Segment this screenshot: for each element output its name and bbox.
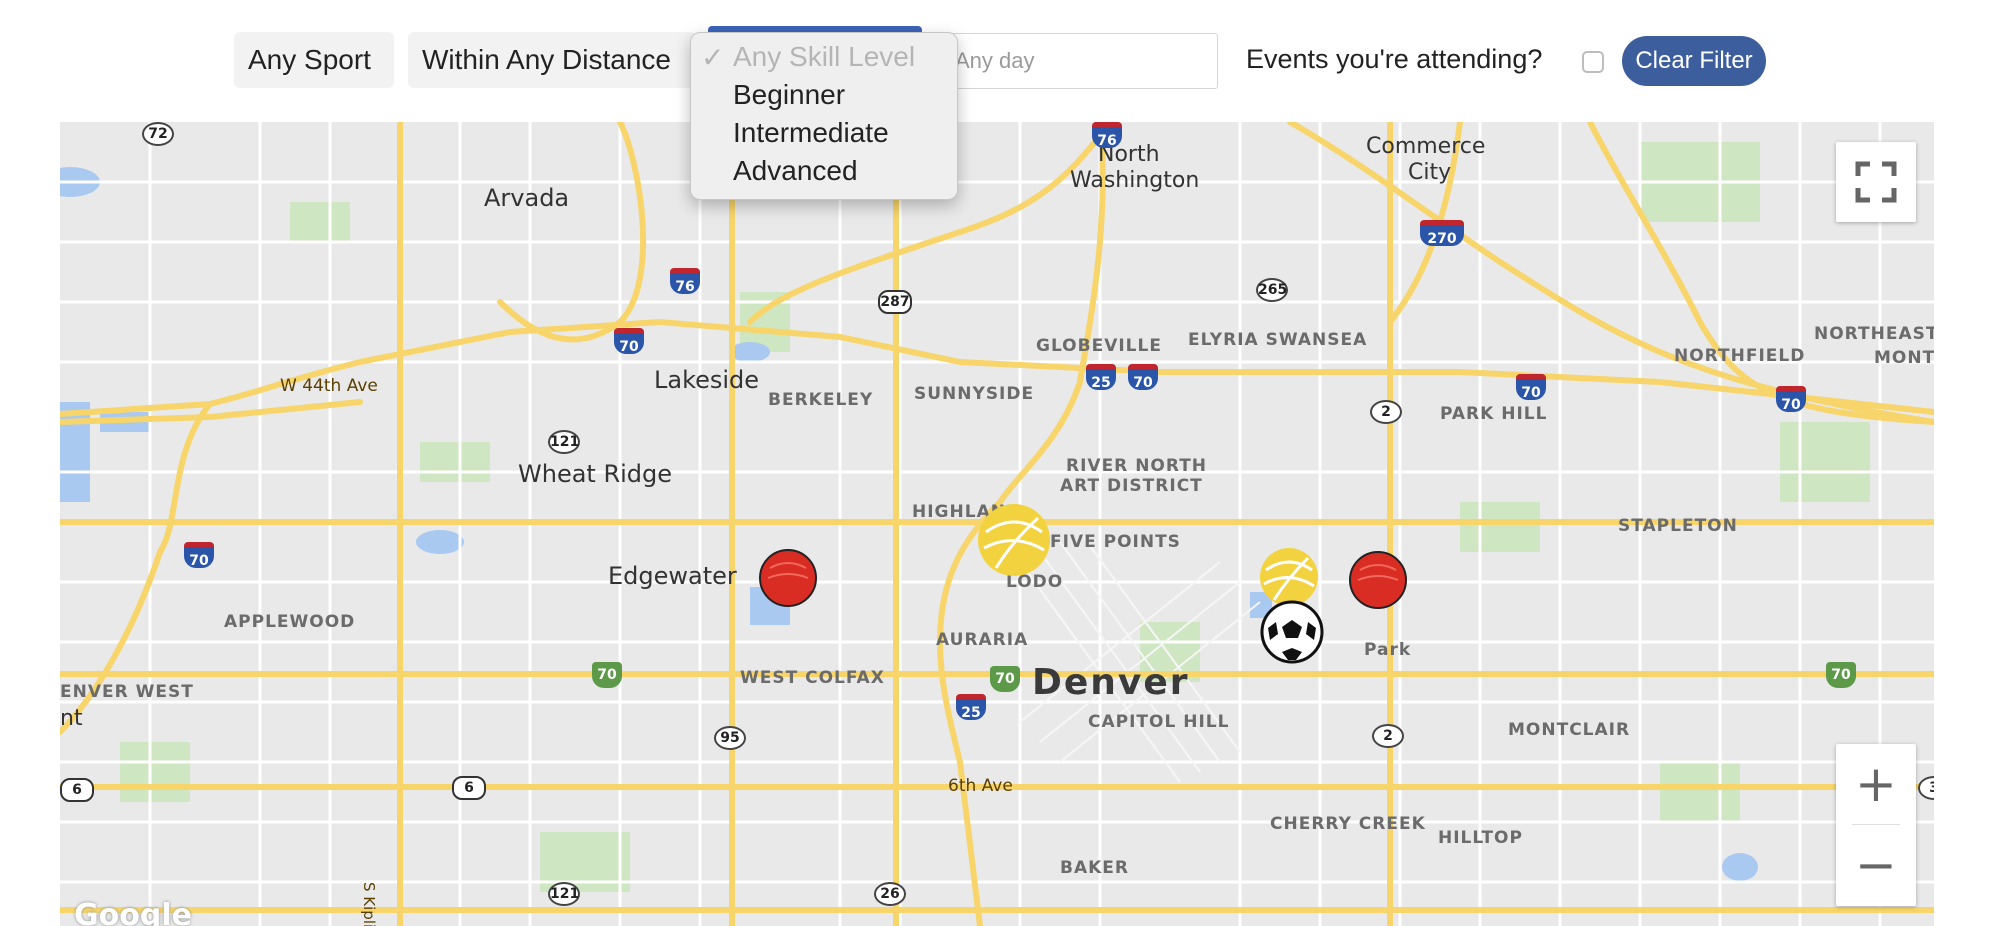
attending-checkbox[interactable] [1582, 51, 1604, 73]
zoom-in-button[interactable]: + [1836, 744, 1916, 824]
checkmark-icon: ✓ [701, 42, 725, 73]
volleyball-marker[interactable] [976, 502, 1052, 578]
map-label-baker: BAKER [1060, 858, 1129, 878]
skill-option-any[interactable]: Any Skill Level [733, 41, 915, 73]
business-70-shield-east: 70 [1826, 662, 1856, 688]
map-label-auraria: AURARIA [936, 630, 1029, 650]
state-265-shield: 265 [1256, 278, 1288, 302]
interstate-70-shield-east: 70 [1516, 374, 1546, 401]
map-label-park: Park [1364, 640, 1412, 660]
map-label-6th-ave: 6th Ave [948, 776, 1013, 796]
map-label-applewood: APPLEWOOD [224, 612, 356, 632]
interstate-70-shield-far-east: 70 [1776, 386, 1806, 413]
fullscreen-icon [1855, 161, 1897, 203]
map[interactable]: Arvada Lakeside Wheat Ridge Edgewater De… [60, 122, 1934, 926]
fullscreen-button[interactable] [1836, 142, 1916, 222]
skill-option-advanced[interactable]: Advanced [733, 155, 858, 187]
interstate-270-shield: 270 [1420, 220, 1464, 247]
google-logo: Google [74, 898, 192, 926]
business-70-shield-center: 70 [990, 666, 1020, 692]
us-6-shield-center: 6 [452, 776, 486, 800]
map-label-city: City [1408, 160, 1452, 185]
map-label-w44th: W 44th Ave [280, 376, 378, 396]
map-label-elyria-swansea: ELYRIA SWANSEA [1188, 330, 1368, 350]
state-26-shield: 26 [874, 882, 906, 906]
map-label-stapleton: STAPLETON [1618, 516, 1738, 536]
dodgeball-marker[interactable] [758, 548, 818, 608]
clear-filter-button[interactable]: Clear Filter [1622, 36, 1766, 86]
zoom-out-button[interactable]: − [1836, 825, 1916, 905]
skill-option-intermediate[interactable]: Intermediate [733, 117, 889, 149]
state-72-shield: 72 [142, 122, 174, 146]
state-2-shield: 2 [1370, 400, 1402, 424]
business-70-shield: 70 [592, 662, 622, 688]
map-label-river-north: RIVER NORTH [1066, 456, 1208, 476]
skill-option-beginner[interactable]: Beginner [733, 79, 845, 111]
interstate-70-shield-west: 70 [184, 542, 214, 569]
map-label-commerce: Commerce [1366, 134, 1486, 159]
map-label-lakeside: Lakeside [654, 366, 760, 394]
interstate-25-shield: 25 [1086, 364, 1116, 391]
map-label-park-hill: PARK HILL [1440, 404, 1548, 424]
map-label-edgewater: Edgewater [608, 562, 737, 590]
map-label-s-kipling: S Kipli [360, 882, 378, 926]
map-label-capitol-hill: CAPITOL HILL [1088, 712, 1230, 732]
map-label-hilltop: HILLTOP [1438, 828, 1523, 848]
distance-select[interactable]: Within Any Distance [408, 32, 696, 88]
map-label-art-district: ART DISTRICT [1060, 476, 1203, 496]
state-121-shield: 121 [548, 430, 580, 454]
us-287-shield: 287 [878, 290, 912, 314]
interstate-70-shield-center: 70 [1128, 364, 1158, 391]
filter-bar: Any Sport Within Any Distance Any day Ev… [0, 0, 1994, 122]
state-2-shield-south: 2 [1372, 724, 1404, 748]
map-label-five-points: FIVE POINTS [1050, 532, 1181, 552]
volleyball-marker-2[interactable] [1258, 546, 1320, 608]
map-label-wheat-ridge: Wheat Ridge [518, 460, 673, 488]
dodgeball-marker-2[interactable] [1348, 550, 1408, 610]
map-label-montclair: MONTCLAIR [1508, 720, 1631, 740]
map-label-northeast: NORTHEAST [1814, 324, 1934, 344]
map-label-cherry-creek: CHERRY CREEK [1270, 814, 1426, 834]
date-input[interactable]: Any day [940, 33, 1218, 89]
map-label-enver-west: ENVER WEST [60, 682, 194, 702]
zoom-control: + − [1836, 744, 1916, 906]
map-label-nt: nt [60, 706, 83, 731]
map-label-northfield: NORTHFIELD [1674, 346, 1806, 366]
interstate-25-shield-south: 25 [956, 694, 986, 721]
map-label-mont: MONT [1874, 348, 1934, 368]
skill-level-dropdown: ✓ Any Skill Level Beginner Intermediate … [690, 32, 958, 200]
interstate-70-shield: 70 [614, 328, 644, 355]
map-label-arvada: Arvada [484, 184, 570, 212]
state-121-shield-south: 121 [548, 882, 580, 906]
attending-label: Events you're attending? [1246, 44, 1543, 74]
map-label-denver: Denver [1032, 662, 1190, 703]
map-label-sunnyside: SUNNYSIDE [914, 384, 1035, 404]
map-label-berkeley: BERKELEY [768, 390, 874, 410]
us-6-shield: 6 [60, 778, 94, 802]
soccer-ball-marker[interactable] [1260, 600, 1324, 664]
map-label-west-colfax: WEST COLFAX [740, 668, 885, 688]
interstate-76-shield-north: 76 [1092, 122, 1122, 149]
map-label-washington: Washington [1070, 168, 1200, 193]
sport-select[interactable]: Any Sport [234, 32, 394, 88]
interstate-76-shield: 76 [670, 268, 700, 295]
map-label-globeville: GLOBEVILLE [1036, 336, 1162, 356]
state-95-shield: 95 [714, 726, 746, 750]
